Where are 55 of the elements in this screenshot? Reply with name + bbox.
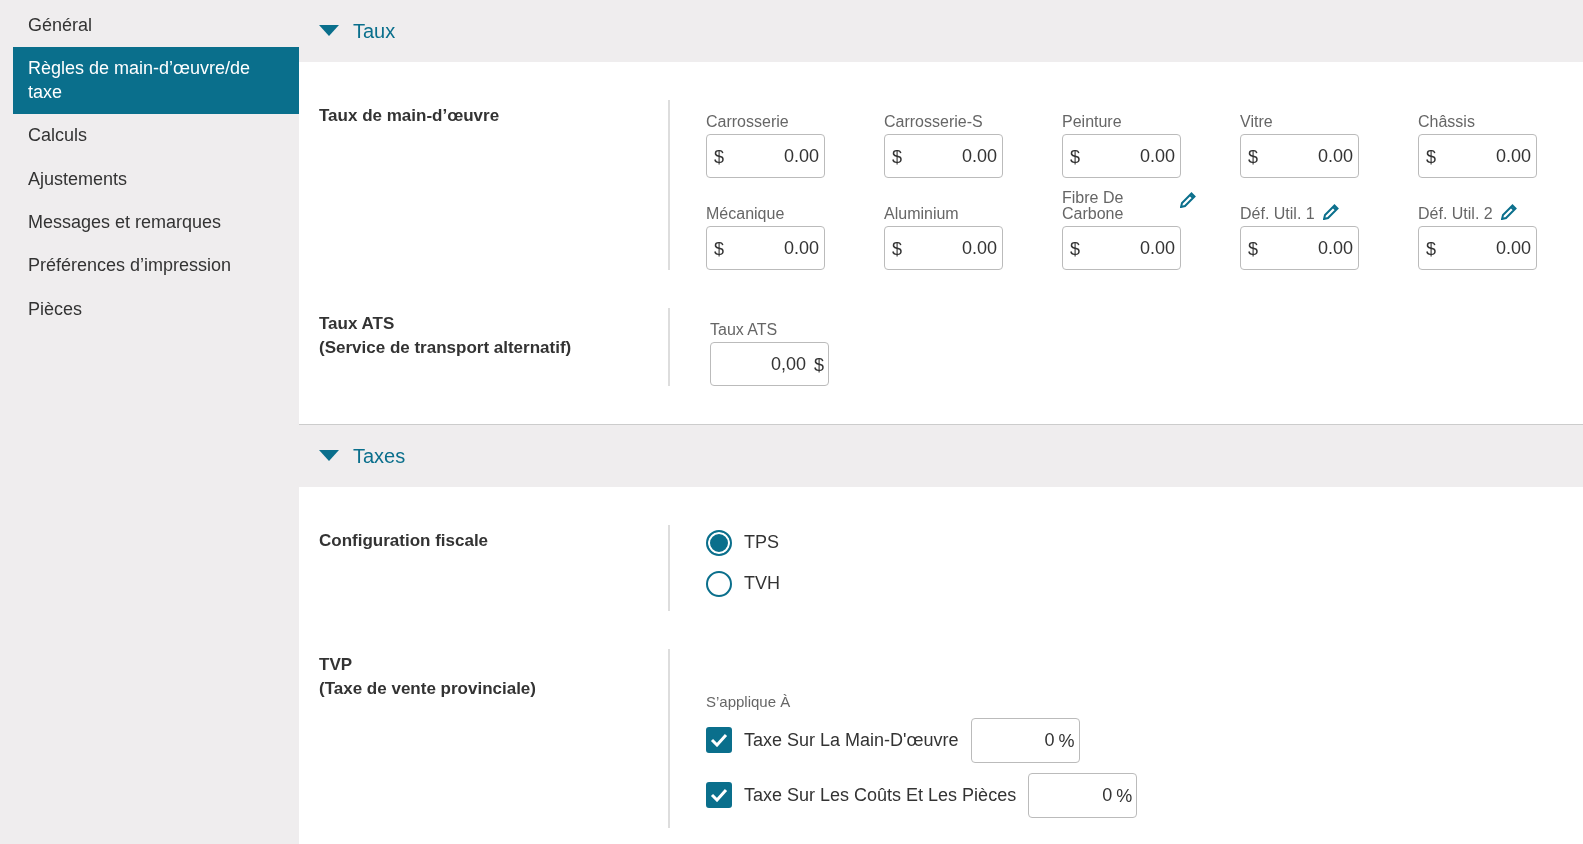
section-header[interactable]: Taux bbox=[299, 0, 1583, 62]
currency-symbol: $ bbox=[892, 238, 902, 261]
currency-symbol: $ bbox=[814, 354, 824, 377]
input-label: Carrosserie-S bbox=[884, 114, 983, 130]
currency-symbol: $ bbox=[714, 238, 724, 261]
caption-text: S’applique À bbox=[706, 692, 792, 712]
input-label: Aluminium bbox=[884, 206, 959, 222]
sidebar-item[interactable]: Pièces bbox=[13, 287, 299, 332]
currency-symbol: $ bbox=[1426, 146, 1436, 169]
checkmark-icon bbox=[710, 733, 728, 747]
checkbox[interactable] bbox=[706, 727, 732, 753]
caret-icon bbox=[319, 25, 339, 37]
field-label: Taux ATS bbox=[319, 313, 396, 335]
field-sublabel: (Taxe de vente provinciale) bbox=[319, 677, 537, 700]
currency-symbol: $ bbox=[1070, 146, 1080, 169]
input-label: Vitre bbox=[1240, 114, 1273, 130]
radio-label: TPS bbox=[744, 531, 779, 554]
currency-symbol: $ bbox=[892, 146, 902, 169]
field-label: Configuration fiscale bbox=[319, 530, 490, 552]
sidebar-item[interactable]: Messages et remarques bbox=[13, 200, 299, 245]
pencil-icon[interactable] bbox=[1500, 204, 1517, 220]
sidebar-item[interactable]: Ajustements bbox=[13, 157, 299, 201]
currency-symbol: $ bbox=[1070, 238, 1080, 261]
checkbox[interactable] bbox=[706, 782, 732, 808]
sidebar-item[interactable]: Règles de main-d’œuvre/de taxe bbox=[13, 47, 299, 115]
input-label: Peinture bbox=[1062, 114, 1122, 130]
input-label: Déf. Util. 2 bbox=[1418, 206, 1493, 222]
radio-button[interactable] bbox=[706, 570, 732, 597]
checkmark-icon bbox=[710, 788, 728, 802]
currency-symbol: $ bbox=[1426, 238, 1436, 261]
field-label: TVP bbox=[319, 654, 354, 676]
field-sublabel: (Service de transport alternatif) bbox=[319, 336, 573, 359]
currency-symbol: $ bbox=[1248, 238, 1258, 261]
section-header[interactable]: Taxes bbox=[299, 425, 1583, 487]
input-label: Déf. Util. 1 bbox=[1240, 206, 1315, 222]
pencil-icon[interactable] bbox=[1180, 192, 1196, 208]
currency-symbol: $ bbox=[714, 146, 724, 169]
checkbox-label: Taxe Sur La Main-D'œuvre bbox=[744, 728, 959, 752]
input-label: Carrosserie bbox=[706, 114, 789, 130]
field-label: Taux de main-d’œuvre bbox=[319, 105, 501, 127]
pencil-icon[interactable] bbox=[1322, 204, 1339, 220]
sidebar-item[interactable]: Calculs bbox=[13, 114, 299, 158]
input-label: Taux ATS bbox=[710, 322, 778, 338]
input-label: Fibre De Carbone bbox=[1062, 190, 1125, 222]
input-label: Châssis bbox=[1418, 114, 1475, 130]
percent-symbol: % bbox=[1058, 729, 1075, 753]
caret-icon bbox=[319, 450, 339, 462]
radio-button[interactable] bbox=[706, 529, 732, 556]
sidebar-item[interactable]: Général bbox=[13, 4, 299, 48]
currency-symbol: $ bbox=[1248, 146, 1258, 169]
checkbox-label: Taxe Sur Les Coûts Et Les Pièces bbox=[744, 783, 1017, 807]
percent-symbol: % bbox=[1116, 784, 1133, 808]
input-label: Mécanique bbox=[706, 206, 785, 222]
radio-label: TVH bbox=[744, 572, 780, 595]
sidebar-item[interactable]: Préférences d’impression bbox=[13, 244, 299, 288]
